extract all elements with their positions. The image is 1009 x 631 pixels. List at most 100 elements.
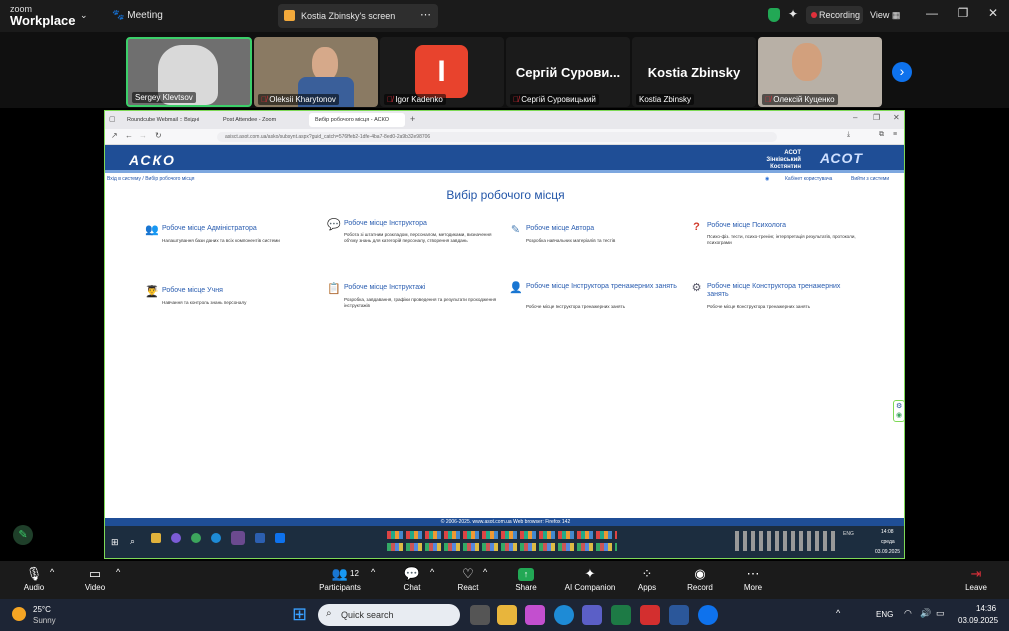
chevron-up-icon[interactable]: ^ bbox=[836, 608, 840, 618]
menu-icon[interactable]: ≡ bbox=[893, 131, 897, 138]
participants-options-icon[interactable]: ^ bbox=[371, 567, 375, 577]
edge-icon[interactable] bbox=[554, 605, 574, 625]
battery-icon[interactable]: ▭ bbox=[936, 608, 945, 619]
sparkle-icon[interactable]: ✦ bbox=[788, 7, 798, 21]
annotate-icon[interactable]: ✎ bbox=[13, 525, 33, 545]
system-tray[interactable] bbox=[735, 531, 835, 551]
search-box[interactable]: ⌕ Quick search bbox=[318, 604, 460, 626]
url-field[interactable]: asisct.asot.com.ua/asko/subsynt.aspx?gui… bbox=[217, 132, 777, 142]
windows-start-icon[interactable]: ⊞ bbox=[292, 605, 307, 623]
react-button[interactable]: ♡ React bbox=[438, 565, 498, 592]
zoom-icon[interactable] bbox=[698, 605, 718, 625]
shield-icon[interactable] bbox=[768, 8, 780, 22]
apps-button[interactable]: ⁘ Apps bbox=[617, 565, 677, 592]
workplace-title[interactable]: Робоче місце Конструктора тренажерних за… bbox=[707, 283, 860, 299]
reload-icon[interactable]: ↻ bbox=[155, 131, 162, 140]
user-cabinet-link[interactable]: Кабінет користувача bbox=[785, 176, 832, 182]
firefox-icon[interactable] bbox=[231, 531, 245, 545]
record-button[interactable]: ◉ Record bbox=[670, 565, 730, 592]
workplace-title[interactable]: Робоче місце Адміністратора bbox=[162, 225, 257, 233]
close-icon[interactable]: ✕ bbox=[893, 113, 900, 122]
workplace-title[interactable]: Робоче місце Інструктажі bbox=[344, 284, 425, 292]
chevron-down-icon[interactable]: ⌄ bbox=[80, 10, 88, 21]
edge-icon[interactable] bbox=[211, 533, 221, 543]
clock-date[interactable]: 03.09.2025 bbox=[958, 616, 998, 625]
restore-icon[interactable]: ❐ bbox=[873, 113, 880, 122]
settings-icon[interactable]: ⚙ bbox=[896, 402, 902, 410]
workplace-title[interactable]: Робоче місце Автора bbox=[526, 225, 594, 233]
info-icon[interactable]: ◉ bbox=[896, 411, 902, 419]
chat-options-icon[interactable]: ^ bbox=[430, 567, 434, 577]
logout-link[interactable]: Вийти з системи bbox=[851, 176, 889, 182]
extensions-icon[interactable]: ⧉ bbox=[879, 131, 884, 139]
ai-companion-button[interactable]: ✦ AI Companion bbox=[560, 565, 620, 592]
back-icon[interactable]: ← bbox=[125, 131, 133, 140]
app-icon[interactable] bbox=[255, 533, 265, 543]
copilot-icon[interactable] bbox=[525, 605, 545, 625]
participants-button[interactable]: 👥 Participants bbox=[310, 565, 370, 592]
folder-icon[interactable] bbox=[151, 533, 161, 543]
tab-list-icon[interactable]: ▢ bbox=[109, 115, 116, 123]
browser-tab-active[interactable]: Вибір робочого місця - АСКО bbox=[309, 113, 405, 127]
forward-icon[interactable]: → bbox=[139, 131, 147, 140]
word-icon[interactable] bbox=[669, 605, 689, 625]
language-indicator[interactable]: ENG bbox=[876, 610, 893, 619]
language-indicator[interactable]: ENG bbox=[843, 531, 854, 537]
download-icon[interactable]: ⤓ bbox=[847, 131, 850, 139]
start-icon[interactable]: ⊞ bbox=[111, 537, 119, 548]
workplace-title[interactable]: Робоче місце Психолога bbox=[707, 222, 786, 230]
task-view-icon[interactable] bbox=[470, 605, 490, 625]
audio-button[interactable]: 🎙 Audio bbox=[4, 565, 64, 592]
clock-day: среда bbox=[881, 539, 895, 545]
viber-icon[interactable] bbox=[171, 533, 181, 543]
breadcrumb[interactable]: Вхід в систему / Вибір робочого місця bbox=[107, 176, 194, 182]
wifi-icon[interactable]: ◠ bbox=[904, 608, 912, 619]
workplace-title[interactable]: Робоче місце Інструктора тренажерних зан… bbox=[526, 283, 677, 291]
zoom-icon[interactable] bbox=[275, 533, 285, 543]
search-icon[interactable]: ⌕ bbox=[130, 536, 135, 547]
paw-icon: 🐾 bbox=[112, 10, 125, 21]
clock-time[interactable]: 14:36 bbox=[976, 604, 996, 613]
close-icon[interactable]: ✕ bbox=[983, 6, 1003, 20]
leave-button[interactable]: ⇥ Leave bbox=[946, 565, 1006, 592]
participant-tile[interactable]: Kostia Zbinsky Kostia Zbinsky bbox=[632, 37, 756, 107]
floating-widget[interactable]: ⚙ ◉ bbox=[893, 400, 905, 422]
more-button[interactable]: ⋯ More bbox=[723, 565, 783, 592]
audio-options-icon[interactable]: ^ bbox=[50, 567, 54, 577]
share-screen-tab[interactable]: Kostia Zbinsky's screen ⋯ bbox=[278, 4, 438, 28]
participant-tile[interactable]: Сергій Сурови... 🎙̸ Сергій Суровицький bbox=[506, 37, 630, 107]
page-title: Вибір робочого місця bbox=[446, 188, 565, 202]
minimize-icon[interactable]: – bbox=[853, 113, 857, 122]
tray-icons-row1[interactable] bbox=[387, 531, 617, 539]
participant-tile[interactable]: 🎙̸ Oleksii Kharytonov bbox=[254, 37, 378, 107]
tray-icons-row2[interactable] bbox=[387, 543, 617, 551]
sidebar-icon[interactable]: ↗ bbox=[111, 131, 118, 140]
participant-tile[interactable]: I 🎙̸ Igor Kadenko bbox=[380, 37, 504, 107]
workplace-title[interactable]: Робоче місце Учня bbox=[162, 287, 223, 295]
video-options-icon[interactable]: ^ bbox=[116, 567, 120, 577]
react-options-icon[interactable]: ^ bbox=[483, 567, 487, 577]
workplace-title[interactable]: Робоче місце Інструктора bbox=[344, 220, 427, 228]
share-button[interactable]: ↑ Share bbox=[496, 565, 556, 592]
teams-icon[interactable] bbox=[582, 605, 602, 625]
weather-temp[interactable]: 25°C bbox=[33, 605, 51, 614]
browser-tab[interactable]: Post Attendee - Zoom bbox=[217, 113, 307, 127]
chrome-icon[interactable] bbox=[191, 533, 201, 543]
browser-tab[interactable]: Roundcube Webmail :: Вхідні bbox=[121, 113, 215, 127]
participant-tile[interactable]: Sergey Klevtsov bbox=[126, 37, 252, 107]
next-page-icon[interactable]: › bbox=[892, 62, 912, 82]
view-button[interactable]: View ▦ bbox=[870, 10, 900, 21]
restore-icon[interactable]: ❐ bbox=[953, 6, 973, 20]
more-options-icon[interactable]: ⋯ bbox=[420, 8, 431, 21]
acrobat-icon[interactable] bbox=[640, 605, 660, 625]
meeting-menu[interactable]: 🐾 Meeting bbox=[112, 10, 163, 21]
excel-icon[interactable] bbox=[611, 605, 631, 625]
new-tab-icon[interactable]: + bbox=[410, 114, 415, 124]
volume-icon[interactable]: 🔊 bbox=[920, 608, 931, 619]
file-explorer-icon[interactable] bbox=[497, 605, 517, 625]
weather-desc[interactable]: Sunny bbox=[33, 616, 56, 625]
minimize-icon[interactable]: — bbox=[922, 6, 942, 20]
recording-indicator[interactable]: Recording bbox=[806, 6, 863, 24]
home-icon[interactable]: ◉ bbox=[765, 176, 769, 182]
participant-tile[interactable]: 🎙̸ Олексій Куценко bbox=[758, 37, 882, 107]
